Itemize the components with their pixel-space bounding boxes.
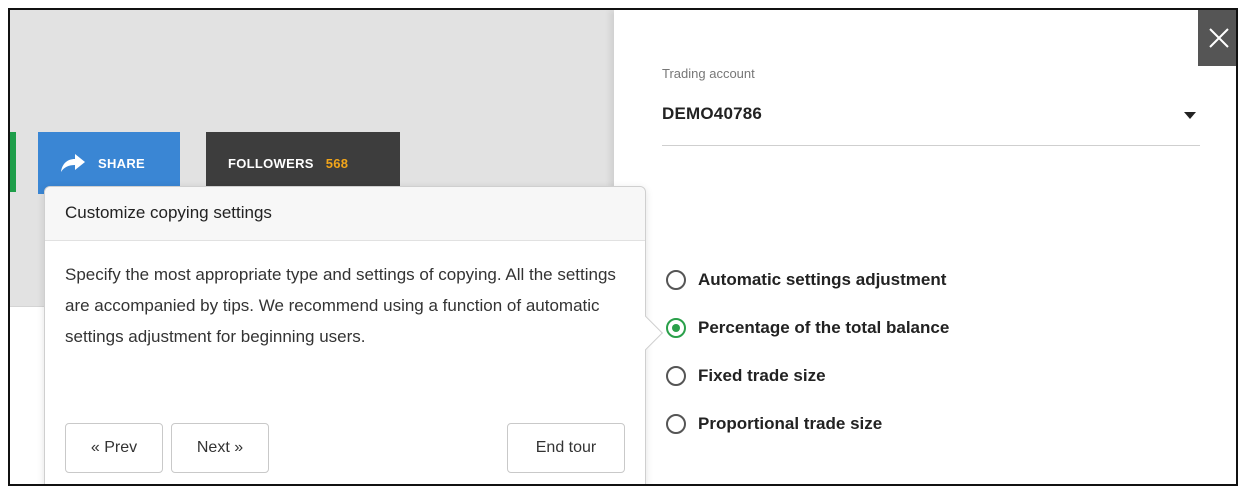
followers-label: FOLLOWERS (228, 155, 314, 171)
trading-account-select[interactable]: DEMO40786 (662, 98, 1200, 146)
radio-label: Fixed trade size (698, 366, 826, 385)
radio-button-selected[interactable] (666, 318, 686, 338)
radio-percentage-balance[interactable]: Percentage of the total balance (666, 304, 949, 352)
tour-end-button[interactable]: End tour (507, 423, 625, 473)
radio-proportional-trade-size[interactable]: Proportional trade size (666, 400, 949, 448)
tour-prev-button[interactable]: « Prev (65, 423, 163, 473)
divider (614, 485, 1238, 486)
radio-button[interactable] (666, 414, 686, 434)
copy-mode-radio-group: Automatic settings adjustment Percentage… (666, 256, 949, 448)
share-button[interactable]: SHARE (38, 132, 180, 194)
share-button-label: SHARE (98, 155, 146, 171)
share-arrow-icon (61, 154, 85, 172)
copy-button-edge[interactable] (10, 132, 16, 192)
tour-footer: « Prev Next » End tour (65, 423, 625, 473)
followers-count: 568 (325, 155, 349, 171)
radio-label: Automatic settings adjustment (698, 270, 947, 289)
radio-label: Percentage of the total balance (698, 318, 950, 337)
tour-next-button[interactable]: Next » (171, 423, 269, 473)
radio-fixed-trade-size[interactable]: Fixed trade size (666, 352, 949, 400)
close-icon (1209, 28, 1229, 48)
copy-settings-panel: Trading account DEMO40786 Automatic sett… (614, 10, 1238, 486)
radio-button[interactable] (666, 366, 686, 386)
app-frame: SHARE FOLLOWERS 568 Trading account DEMO… (8, 8, 1238, 486)
tour-body: Specify the most appropriate type and se… (65, 265, 616, 346)
radio-button[interactable] (666, 270, 686, 290)
trading-account-label: Trading account (662, 66, 755, 81)
radio-label: Proportional trade size (698, 414, 883, 433)
followers-button[interactable]: FOLLOWERS 568 (206, 132, 400, 194)
tour-popover: Customize copying settings Specify the m… (44, 186, 663, 484)
tour-title: Customize copying settings (45, 187, 645, 241)
close-button[interactable] (1198, 10, 1236, 66)
radio-automatic-settings[interactable]: Automatic settings adjustment (666, 256, 949, 304)
trading-account-value: DEMO40786 (662, 104, 763, 123)
caret-down-icon (1184, 112, 1196, 119)
